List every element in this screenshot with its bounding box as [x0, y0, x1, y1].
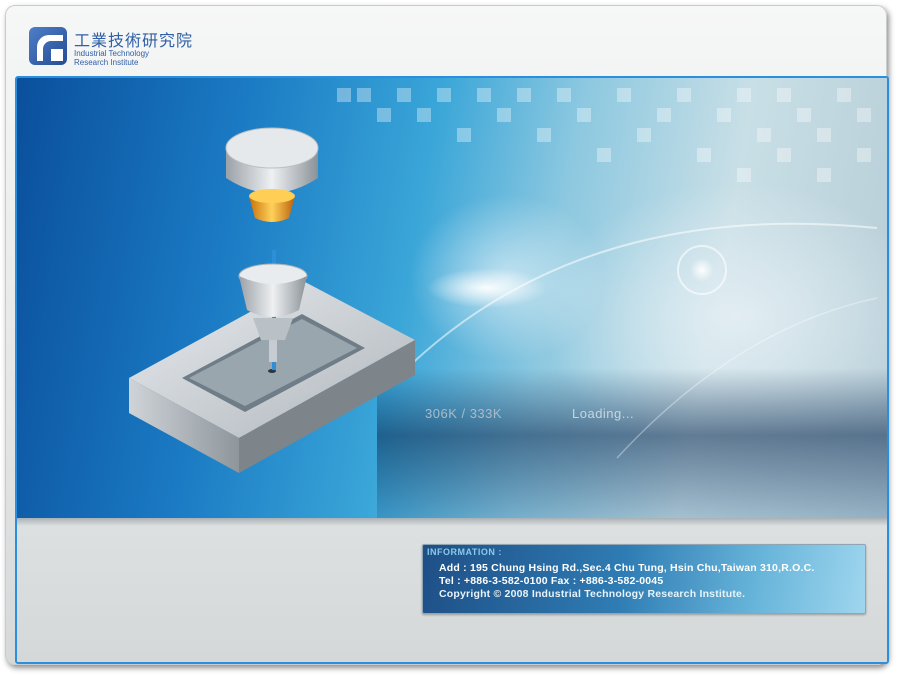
banner-artwork: 306K / 333K Loading...: [17, 78, 887, 518]
contact-info-panel: INFORMATION : Add : 195 Chung Hsing Rd.,…: [422, 544, 866, 614]
address-text: Add : 195 Chung Hsing Rd.,Sec.4 Chu Tung…: [439, 562, 815, 574]
splash-stage: 306K / 333K Loading... INFORMATION : Add…: [15, 76, 889, 664]
itri-logo: 工業技術研究院 Industrial Technology Research I…: [29, 27, 229, 69]
tel-fax-text: Tel : +886-3-582-0100 Fax : +886-3-582-0…: [439, 575, 664, 587]
download-progress-text: 306K / 333K: [425, 406, 503, 421]
copyright-text: Copyright © 2008 Industrial Technology R…: [439, 588, 746, 600]
itri-logo-icon: [29, 27, 67, 65]
logo-chinese-name: 工業技術研究院: [74, 31, 194, 50]
logo-english-line2: Research Institute: [74, 58, 139, 67]
splash-window: 工業技術研究院 Industrial Technology Research I…: [5, 5, 889, 665]
loading-status-text: Loading...: [572, 406, 635, 421]
machining-tool-illustration: [129, 127, 878, 473]
info-title: INFORMATION :: [427, 547, 502, 557]
logo-english-line1: Industrial Technology: [74, 49, 150, 58]
